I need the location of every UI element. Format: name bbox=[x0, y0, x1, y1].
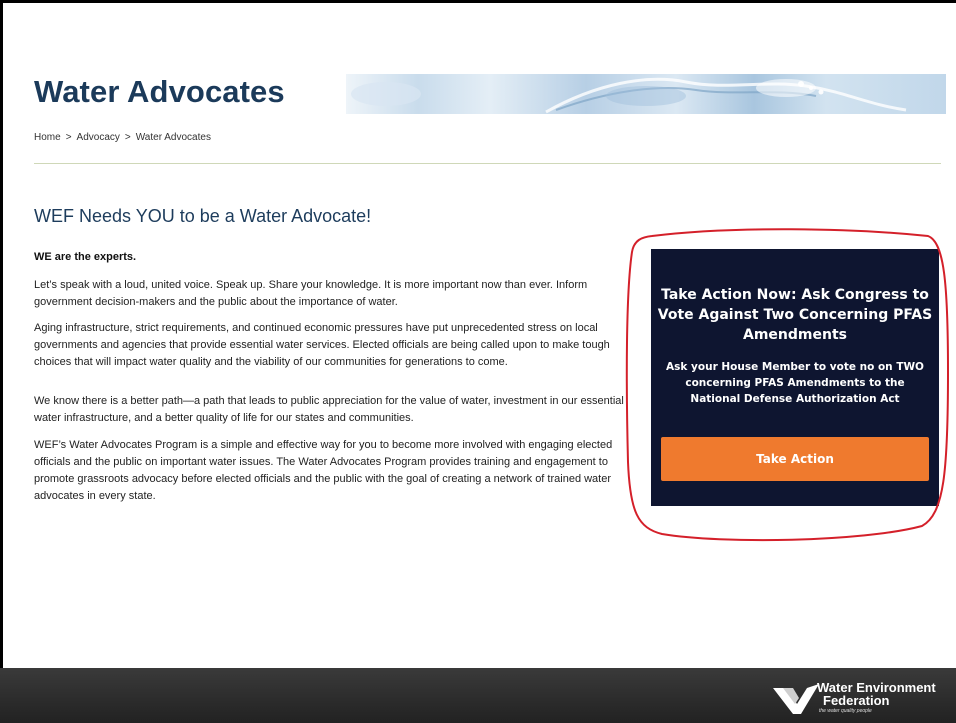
wef-logo-icon bbox=[773, 684, 819, 714]
take-action-button[interactable]: Take Action bbox=[661, 437, 929, 481]
body-paragraph: Let’s speak with a loud, united voice. S… bbox=[34, 279, 588, 308]
cta-title: Take Action Now: Ask Congress to Vote Ag… bbox=[657, 287, 933, 343]
body-paragraph: WEF’s Water Advocates Program is a simpl… bbox=[34, 439, 613, 502]
breadcrumb-separator: > bbox=[65, 132, 72, 143]
take-action-card: Take Action Now: Ask Congress to Vote Ag… bbox=[651, 249, 939, 506]
breadcrumb-home-link[interactable]: Home bbox=[34, 132, 61, 143]
wef-logo: Water Environment Federation the water q… bbox=[773, 680, 943, 716]
body-paragraph: Aging infrastructure, strict requirement… bbox=[34, 322, 610, 368]
logo-tagline: the water quality people bbox=[819, 708, 872, 714]
water-banner-image bbox=[346, 74, 946, 114]
section-heading: WEF Needs YOU to be a Water Advocate! bbox=[34, 206, 372, 226]
breadcrumb: Home > Advocacy > Water Advocates bbox=[34, 132, 211, 143]
subheading: WE are the experts. bbox=[34, 251, 137, 263]
page-title: Water Advocates bbox=[34, 74, 285, 109]
slide: Water Advocates Home > Advocacy > Water … bbox=[0, 0, 956, 723]
breadcrumb-current: Water Advocates bbox=[135, 132, 211, 143]
breadcrumb-advocacy-link[interactable]: Advocacy bbox=[77, 132, 120, 143]
frame-border-top bbox=[0, 0, 956, 3]
body-paragraph: We know there is a better path—a path th… bbox=[34, 395, 624, 424]
logo-text-line2: Federation bbox=[823, 693, 890, 708]
breadcrumb-separator: > bbox=[124, 132, 131, 143]
divider bbox=[34, 163, 941, 164]
frame-border-left bbox=[0, 0, 3, 723]
cta-description: Ask your House Member to vote no on TWO … bbox=[666, 361, 924, 405]
